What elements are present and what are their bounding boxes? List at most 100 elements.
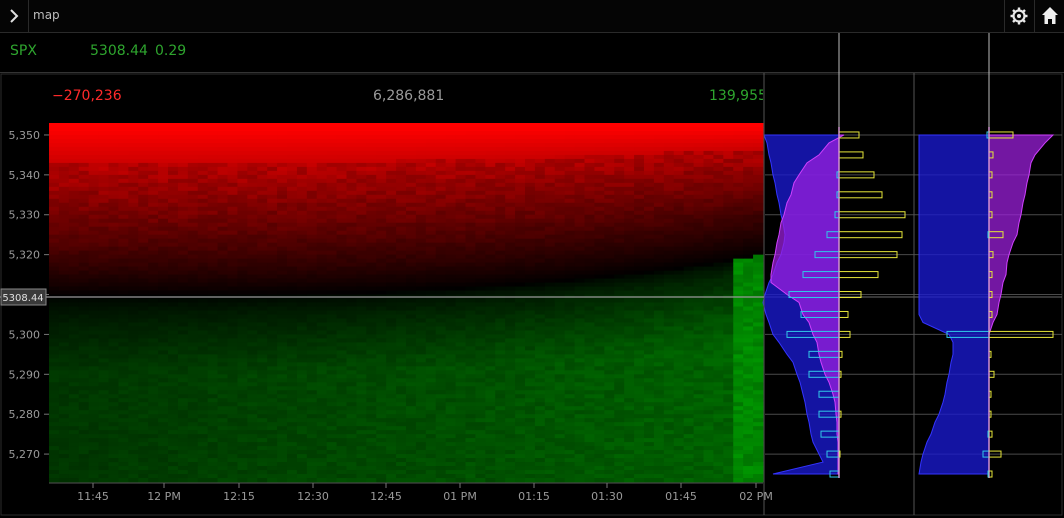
heatmap-cell [187,478,199,483]
heatmap-cell [326,214,337,220]
heatmap-cell [187,174,199,180]
heatmap-cell [49,374,60,379]
heatmap-cell [177,362,189,367]
heatmap-cell [148,334,159,339]
heatmap-cell [296,250,308,256]
heatmap-cell [356,158,367,164]
heatmap-cell [108,130,119,136]
heatmap-cell [415,306,427,311]
heatmap-cell [138,466,149,471]
heatmap-cell [386,366,397,371]
heatmap-cell [207,462,218,467]
heatmap-cell [217,458,228,463]
heatmap-cell [128,426,139,431]
heatmap-cell [98,190,109,196]
heatmap-cell [475,358,486,363]
heatmap-cell [475,414,486,419]
heatmap-cell [187,194,199,200]
heatmap-cell [118,414,129,419]
heatmap-cell [88,154,99,160]
heatmap-cell [356,138,367,144]
heatmap-cell [138,334,149,339]
heatmap-cell [584,182,595,188]
heatmap-cell [505,306,516,311]
heatmap-cell [177,146,189,152]
heatmap-cell [227,174,238,180]
heatmap-cell [574,470,585,475]
heatmap-cell [594,182,605,188]
heatmap-cell [207,466,218,471]
heatmap-cell [455,350,466,355]
heatmap-cell [237,362,248,367]
heatmap-cell [287,286,298,291]
heatmap-cell [425,190,437,196]
heatmap-cell [128,242,139,248]
heatmap-cell [336,166,347,172]
heatmap-cell [495,422,506,427]
heatmap-cell [207,174,218,180]
heatmap-cell [277,266,288,271]
heatmap-cell [227,258,238,264]
heatmap-cell [584,302,595,307]
heatmap-cell [287,374,298,379]
heatmap-cell [118,410,129,415]
heatmap-cell [574,342,585,347]
heatmap-cell [108,414,119,419]
heatmap-cell [227,178,238,184]
heatmap-cell [237,414,248,419]
heatmap-cell [455,198,466,204]
heatmap-cell [296,182,308,188]
heatmap-cell [435,330,447,335]
heatmap-cell [296,258,308,264]
heatmap-cell [287,382,298,387]
heatmap-cell [465,250,476,256]
heatmap-cell [525,366,536,371]
heatmap-cell [515,462,526,467]
heatmap-cell [544,322,556,327]
heatmap-cell [356,366,367,371]
heatmap-cell [49,222,60,228]
heatmap-cell [475,346,486,351]
heatmap-cell [306,123,318,128]
heatmap-cell [168,306,179,311]
heatmap-cell [68,190,80,196]
heatmap-cell [544,314,556,319]
heatmap-cell [396,394,407,399]
heatmap-cell [168,182,179,188]
heatmap-cell [138,226,149,232]
heatmap-cell [534,462,546,467]
heatmap-cell [98,258,109,264]
heatmap-cell [118,178,129,184]
heatmap-cell [366,190,377,196]
heatmap-cell [326,398,337,403]
heatmap-cell [435,170,447,176]
heatmap-cell [554,374,566,379]
heatmap-cell [267,346,278,351]
heatmap-cell [98,302,109,307]
heatmap-cell [227,354,238,359]
heatmap-cell [534,154,546,160]
heatmap-cell [49,474,60,479]
heatmap-cell [505,274,516,279]
heatmap-cell [366,154,377,160]
heatmap-cell [386,206,397,212]
heatmap-cell [257,174,268,180]
heatmap-cell [58,418,70,423]
heatmap-cell [237,162,248,168]
heatmap-cell [168,166,179,172]
heatmap-cell [396,422,407,427]
heatmap-cell [435,382,447,387]
heatmap-cell [207,278,218,283]
heatmap-cell [406,190,417,196]
heatmap-cell [68,322,80,327]
heatmap-cell [534,442,546,447]
heatmap-cell [118,434,129,439]
heatmap-cell [247,314,258,319]
heatmap-cell [346,466,357,471]
heatmap-cell [148,434,159,439]
heatmap-cell [217,350,228,355]
heatmap-cell [148,342,159,347]
heatmap-cell [98,146,109,152]
heatmap-cell [356,150,367,156]
heatmap-cell [287,394,298,399]
